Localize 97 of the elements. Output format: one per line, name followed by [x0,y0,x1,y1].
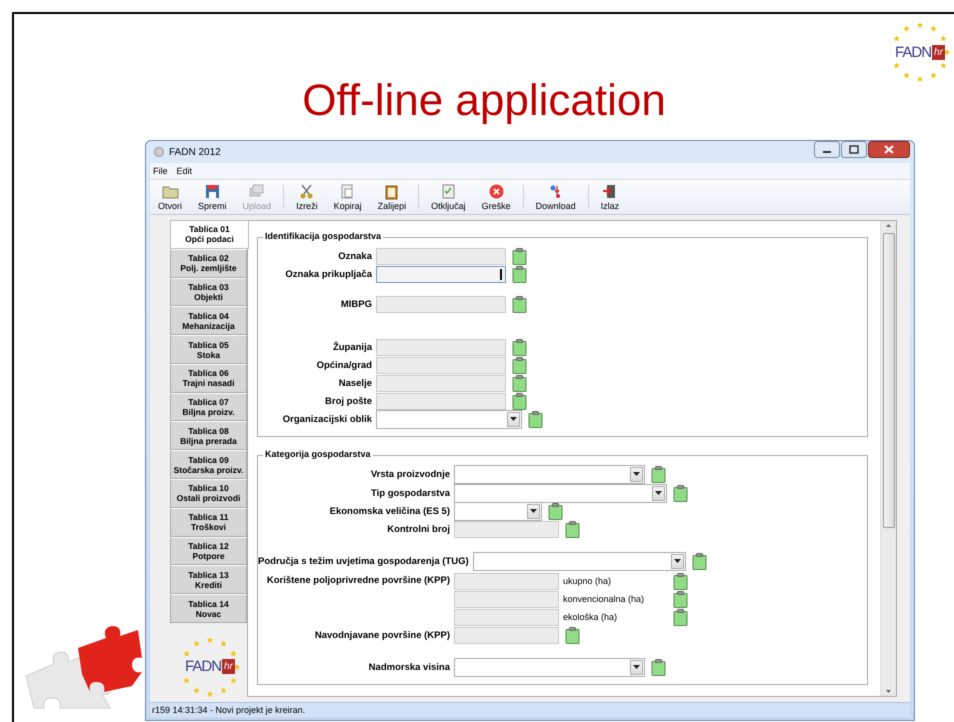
field-label: Županija [332,342,372,352]
toolbar-button[interactable]: Zalijepi [370,180,414,214]
input-field[interactable] [376,356,506,374]
status-text: r159 14:31:34 - Novi projekt je kreiran. [152,705,306,715]
toolbar-button[interactable]: Izlaz [592,180,628,214]
field-label: Ekonomska veličina (ES 5) [330,506,450,516]
field-label: MIBPG [340,298,372,310]
field-label: Oznaka prikupljača [285,268,372,280]
sidebar-tab[interactable]: Tablica 10 Ostali proizvodi [170,479,247,508]
clipboard-icon[interactable] [512,374,527,392]
sidebar-tab[interactable]: Tablica 07 Biljna proizv. [170,392,247,422]
toolbar-button[interactable]: Download [528,180,584,214]
field-label: Naselje [338,378,372,388]
input-field[interactable] [454,608,559,626]
sidebar-tab[interactable]: Tablica 09 Stočarska proizv. [170,450,247,480]
clipboard-icon[interactable] [565,520,580,538]
toolbar-button[interactable]: Otvori [150,180,190,214]
sidebar-tab[interactable]: Tablica 01 Opći podaci [170,220,249,249]
input-field[interactable] [376,296,506,312]
sidebar-tab[interactable]: Tablica 06 Trajni nasadi [170,364,247,393]
group-title: Identifikacija gospodarstva [263,231,384,241]
group-title: Kategorija gospodarstva [263,449,373,459]
caret-icon [655,491,662,495]
toolbar-button[interactable]: Greške [474,180,519,214]
maximize-icon[interactable] [841,141,867,158]
clipboard-icon[interactable] [673,484,688,502]
field-label: Kontrolni broj [387,524,450,534]
clipboard-icon[interactable] [512,392,527,410]
clipboard-icon[interactable] [692,552,707,570]
caret-icon [530,509,537,513]
sidebar-tab[interactable]: Tablica 14 Novac [170,594,247,623]
clipboard-icon[interactable] [673,572,688,590]
input-field[interactable] [376,248,506,264]
clipboard-icon[interactable] [651,658,666,676]
sidebar-tab[interactable]: Tablica 04 Mehanizacija [170,306,247,336]
unit-label: ekološka (ha) [562,612,618,622]
toolbar-button[interactable]: Spremi [190,180,235,214]
input-field[interactable] [454,626,559,644]
sidebar-tab[interactable]: Tablica 05 Stoka [170,335,247,364]
input-field[interactable] [454,590,559,608]
field-label: Područja s težim uvjetima gospodarenja (TUG) [258,556,469,566]
sidebar-tab[interactable]: Tablica 11 Troškovi [170,508,247,537]
field-label: Broj pošte [325,396,372,406]
clipboard-icon[interactable] [512,296,527,312]
sidebar-tab[interactable]: Tablica 12 Potpore [170,536,247,566]
clipboard-icon[interactable] [528,410,543,428]
input-field[interactable] [376,338,506,356]
document-icon [440,183,457,200]
input-field[interactable] [376,392,506,410]
fadn-logo: FADN hr [888,22,952,82]
clipboard-icon[interactable] [512,356,527,374]
unit-label: konvencionalna (ha) [562,594,646,604]
caret-icon [633,665,640,669]
sidebar-tab[interactable]: Tablica 13 Krediti [170,565,247,594]
scrollbar-thumb[interactable] [882,233,894,528]
clipboard-icon [383,183,400,200]
field-label: Nadmorska visina [368,662,450,672]
field-label: Općina/grad [316,360,372,370]
clipboard-icon[interactable] [673,608,688,626]
input-field[interactable] [376,374,506,392]
toolbar-button[interactable]: Izreži [288,180,326,214]
clipboard-icon[interactable] [548,502,563,520]
input-field[interactable] [454,572,559,590]
window-title: FADN 2012 [169,146,221,158]
clipboard-icon[interactable] [651,466,666,482]
sidebar-tab[interactable]: Tablica 02 Polj. zemljište [170,248,247,278]
field-label: Navodnjavane površine (KPP) [314,630,450,640]
floppy-icon [204,183,221,200]
clipboard-icon[interactable] [512,266,527,282]
close-icon[interactable] [868,141,910,158]
field-label: Tip gospodarstva [370,488,450,498]
clipboard-icon[interactable] [565,626,580,644]
clipboard-icon[interactable] [673,590,688,608]
clipboard-icon[interactable] [512,248,527,264]
sidebar-tab[interactable]: Tablica 08 Biljna prerada [170,421,247,450]
scissors-icon [298,183,316,200]
toolbar-button[interactable]: Kopiraj [326,180,370,214]
caret-icon [510,417,517,421]
error-icon [488,183,505,200]
input-field[interactable] [454,520,559,538]
fadn-logo: FADN hr [178,636,242,697]
minimize-icon[interactable] [814,141,840,158]
field-label: Vrsta proizvodnje [370,468,450,480]
menu-item[interactable]: Edit [176,166,192,176]
field-label: Organizacijski oblik [282,414,372,424]
app-icon [154,147,164,157]
clipboard-icon[interactable] [512,338,527,356]
slide-title: Off-line application [302,76,666,126]
field-label: Korištene poljoprivredne površine (KPP) [266,575,450,586]
unit-label: ukupno (ha) [562,576,612,586]
input-field[interactable] [376,266,506,282]
caret-icon [674,559,681,563]
sidebar-tab[interactable]: Tablica 03 Objekti [170,278,247,306]
caret-icon [633,472,640,476]
menu-item[interactable]: File [153,166,168,176]
field-label: Oznaka [338,250,372,262]
toolbar-button[interactable]: Otključaj [423,180,474,214]
